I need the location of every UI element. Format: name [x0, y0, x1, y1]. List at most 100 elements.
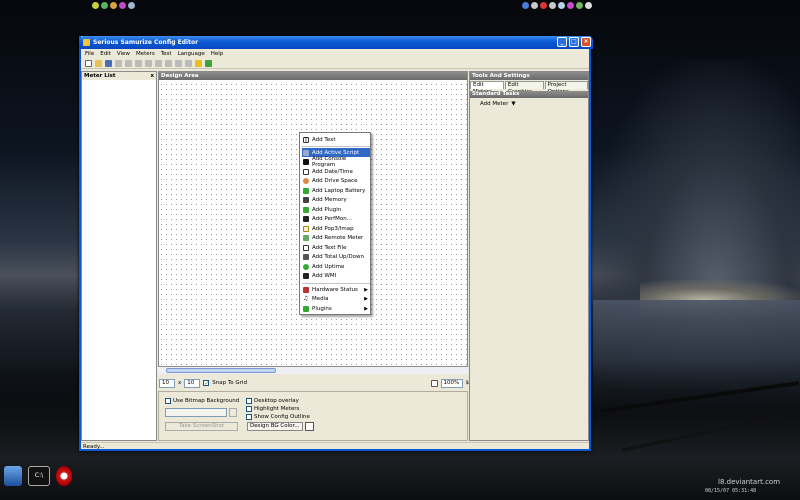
- bring-to-front-icon[interactable]: [155, 59, 162, 67]
- tray-app-icon[interactable]: [576, 1, 583, 9]
- show-outline-checkbox[interactable]: [246, 414, 252, 420]
- tray-app-icon[interactable]: [540, 1, 547, 9]
- wallpaper-datetime: 08/15/07 05:31:48: [705, 488, 757, 494]
- paste-icon[interactable]: [135, 59, 142, 67]
- add-meter-button[interactable]: Add Meter: [480, 101, 508, 107]
- snap-to-grid-checkbox[interactable]: ✓: [203, 380, 209, 387]
- window-titlebar[interactable]: Serious Samurize Config Editor _ □ ×: [79, 36, 593, 49]
- tray-app-icon[interactable]: [567, 1, 574, 9]
- menu-item-add-total-up-down[interactable]: Add Total Up/Down: [302, 253, 370, 262]
- design-area-header: Design Area: [159, 72, 467, 80]
- tray-app-icon[interactable]: [558, 1, 565, 9]
- browse-bitmap-button[interactable]: [229, 408, 237, 417]
- menu-item-add-date-time[interactable]: Add Date/Time: [302, 167, 370, 176]
- plugins-icon: [303, 305, 309, 312]
- menu-item-add-drive-space[interactable]: Add Drive Space: [302, 177, 370, 186]
- move-down-icon[interactable]: [175, 59, 182, 67]
- menu-language[interactable]: Language: [178, 51, 205, 57]
- tray-app-icon[interactable]: [110, 1, 117, 9]
- menu-item-add-uptime[interactable]: Add Uptime: [302, 262, 370, 271]
- save-icon[interactable]: [105, 59, 112, 67]
- menu-item-plugins[interactable]: Plugins ▶: [302, 304, 370, 313]
- submenu-arrow-icon: ▶: [364, 296, 368, 302]
- top-right-tray: [522, 0, 592, 10]
- scroll-thumb[interactable]: [166, 368, 276, 373]
- cut-icon[interactable]: [115, 59, 122, 67]
- meter-list-panel[interactable]: Meter List x: [81, 71, 157, 441]
- thermometer-icon: [303, 286, 309, 293]
- zoom-select[interactable]: 100%: [440, 378, 463, 388]
- clock-icon: [303, 168, 309, 175]
- menu-item-hardware-status[interactable]: Hardware Status ▶: [302, 285, 370, 294]
- tray-app-icon[interactable]: [531, 1, 538, 9]
- menu-item-add-pop3-imap[interactable]: Add Pop3/Imap: [302, 224, 370, 233]
- design-bg-color-swatch[interactable]: [304, 422, 314, 431]
- new-file-icon[interactable]: [85, 59, 92, 67]
- menu-item-add-wmi[interactable]: Add WMI: [302, 272, 370, 281]
- opera-dock-icon[interactable]: [56, 466, 72, 486]
- menu-item-add-text-file[interactable]: Add Text File: [302, 243, 370, 252]
- remote-meter-icon: [303, 235, 309, 241]
- zoom-fit-icon[interactable]: [430, 379, 438, 387]
- menu-item-add-remote-meter[interactable]: Add Remote Meter: [302, 234, 370, 243]
- send-to-back-icon[interactable]: [185, 59, 192, 67]
- move-up-icon[interactable]: [165, 59, 172, 67]
- tray-app-icon[interactable]: [119, 1, 126, 9]
- take-screenshot-button[interactable]: Take ScreenShot: [165, 422, 238, 431]
- menu-item-add-plugin[interactable]: Add Plugin: [302, 205, 370, 214]
- menu-file[interactable]: File: [85, 51, 94, 57]
- close-button[interactable]: ×: [581, 37, 591, 47]
- grid-x-input[interactable]: 10: [159, 378, 175, 388]
- tray-app-icon[interactable]: [92, 1, 99, 9]
- bitmap-path-input[interactable]: [165, 408, 227, 417]
- menu-test[interactable]: Test: [161, 51, 172, 57]
- open-folder-icon[interactable]: [95, 59, 102, 67]
- forward-arrow-icon[interactable]: [205, 59, 212, 67]
- menu-help[interactable]: Help: [211, 51, 224, 57]
- standard-tasks-header: Standard Tasks: [470, 91, 588, 98]
- tray-app-icon[interactable]: [101, 1, 108, 9]
- tray-app-icon[interactable]: [522, 1, 529, 9]
- submenu-arrow-icon: ▶: [364, 286, 368, 293]
- meter-list-close-icon[interactable]: x: [150, 72, 154, 80]
- use-bitmap-checkbox[interactable]: [165, 398, 171, 404]
- design-horizontal-scrollbar[interactable]: [158, 367, 468, 374]
- desktop-overlay-checkbox[interactable]: [246, 398, 252, 404]
- dropdown-arrow-icon[interactable]: ▼: [511, 101, 515, 107]
- copy-icon[interactable]: [125, 59, 132, 67]
- notepad-dock-icon[interactable]: [4, 466, 22, 486]
- tab-edit-meters[interactable]: Edit Meters: [470, 81, 504, 95]
- menu-item-add-perfmon[interactable]: Add PerfMon...: [302, 215, 370, 224]
- tab-project-options[interactable]: Project Options: [544, 81, 588, 95]
- up-down-icon: [303, 254, 309, 260]
- script-icon: [303, 149, 309, 156]
- tab-edit-graphics[interactable]: Edit Graphics: [504, 81, 544, 95]
- menu-edit[interactable]: Edit: [100, 51, 111, 57]
- menu-item-add-laptop-battery[interactable]: Add Laptop Battery: [302, 186, 370, 195]
- uptime-icon: [303, 263, 309, 270]
- delete-icon[interactable]: [145, 59, 152, 67]
- menu-meters[interactable]: Meters: [136, 51, 155, 57]
- minimize-button[interactable]: _: [557, 37, 567, 47]
- menu-item-add-text[interactable]: T Add Text: [302, 135, 370, 144]
- back-arrow-icon[interactable]: [195, 59, 202, 67]
- tray-app-icon[interactable]: [549, 1, 556, 9]
- desktop-overlay-label: Desktop overlay: [254, 398, 299, 404]
- highlight-meters-row: Highlight Meters: [246, 406, 299, 412]
- menu-view[interactable]: View: [117, 51, 130, 57]
- text-icon: T: [303, 136, 309, 144]
- desktop-overlay-row: Desktop overlay: [246, 398, 299, 404]
- menu-item-add-memory[interactable]: Add Memory: [302, 196, 370, 205]
- menu-item-media[interactable]: ♫ Media ▶: [302, 295, 370, 304]
- design-bg-color-button[interactable]: Design BG Color...: [247, 422, 303, 431]
- toolbar: [81, 58, 589, 69]
- highlight-meters-checkbox[interactable]: [246, 406, 252, 412]
- menu-item-add-console-program[interactable]: Add Console Program: [302, 156, 370, 168]
- tray-app-icon[interactable]: [585, 1, 592, 9]
- console-dock-icon[interactable]: C:\: [28, 466, 50, 486]
- music-note-icon: ♫: [303, 295, 309, 302]
- maximize-button[interactable]: □: [569, 37, 579, 47]
- tray-app-icon[interactable]: [128, 1, 135, 9]
- tools-settings-panel: Tools And Settings Edit Meters Edit Grap…: [469, 71, 589, 441]
- grid-y-input[interactable]: 10: [184, 378, 201, 388]
